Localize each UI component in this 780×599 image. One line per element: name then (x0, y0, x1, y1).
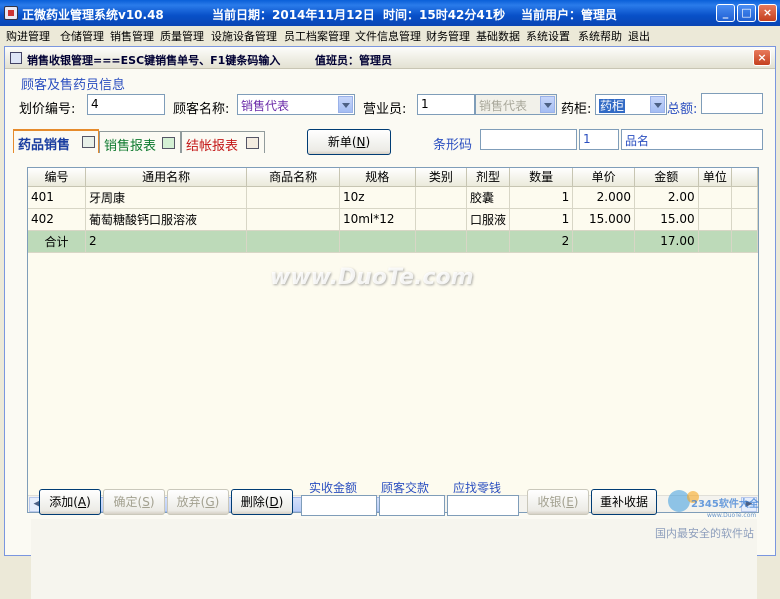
col-header-filler (731, 168, 758, 187)
barcode-qty-input[interactable]: 1 (579, 129, 619, 150)
window-icon (10, 52, 22, 64)
window-close-button[interactable]: × (753, 49, 771, 66)
add-button[interactable]: 添加(A) (39, 489, 101, 515)
reprint-receipt-button[interactable]: 重补收据 (591, 489, 657, 515)
table-row[interactable]: 402 葡萄糖酸钙口服溶液 10ml*12 口服液 1 15.000 15.00 (28, 208, 758, 231)
col-header[interactable]: 数量 (509, 168, 574, 187)
change-due-input[interactable] (447, 495, 519, 516)
col-header[interactable]: 商品名称 (246, 168, 340, 187)
logo-brand: 2345软件大全 (691, 497, 760, 510)
checkout-button: 收银(E) (527, 489, 589, 515)
staff-label: 营业员: (363, 102, 407, 117)
menu-quality[interactable]: 质量管理 (160, 28, 204, 44)
person-icon (246, 137, 259, 149)
barcode-input[interactable] (480, 129, 577, 150)
current-time: 时间：15时42分41秒 (383, 8, 506, 22)
col-header[interactable]: 单价 (572, 168, 635, 187)
chevron-down-icon[interactable] (650, 96, 665, 113)
menu-facility[interactable]: 设施设备管理 (211, 28, 277, 44)
tab-drug-sales[interactable]: 药品销售 (13, 129, 99, 153)
sales-window-title-bar: 销售收银管理===ESC键销售单号、F1键条码输入 值班员：管理员 × (5, 47, 775, 69)
menu-system-settings[interactable]: 系统设置 (526, 28, 570, 44)
tab-sales-report[interactable]: 销售报表 (99, 131, 181, 154)
grid-header: 编号 通用名称 商品名称 规格 类别 剂型 数量 单价 金额 单位 (28, 168, 758, 187)
menu-employee[interactable]: 员工档案管理 (284, 28, 350, 44)
cashier-label: 值班员：管理员 (315, 54, 392, 67)
col-header[interactable]: 编号 (28, 168, 87, 187)
sales-window: 销售收银管理===ESC键销售单号、F1键条码输入 值班员：管理员 × 顾客及售… (4, 46, 776, 599)
total-input[interactable] (701, 93, 763, 114)
table-row[interactable]: 401 牙周康 10z 胶囊 1 2.000 2.00 (28, 186, 758, 209)
product-name-input[interactable]: 品名 (621, 129, 763, 150)
col-header[interactable]: 金额 (634, 168, 699, 187)
change-due-label: 应找零钱 (453, 481, 502, 495)
bottom-panel (31, 519, 757, 599)
discard-button: 放弃(G) (167, 489, 229, 515)
cabinet-select[interactable]: 药柜 (595, 94, 667, 115)
sales-grid: 编号 通用名称 商品名称 规格 类别 剂型 数量 单价 金额 单位 401 牙周… (27, 167, 759, 513)
customer-section-title: 顾客及售药员信息 (21, 78, 126, 93)
price-no-input[interactable]: 4 (87, 94, 165, 115)
staff-id-input[interactable]: 1 (417, 94, 475, 115)
app-title: 正微药业管理系统v10.48 (22, 8, 164, 22)
menu-files[interactable]: 文件信息管理 (355, 28, 421, 44)
col-header[interactable]: 单位 (698, 168, 733, 187)
sales-window-title: 销售收银管理===ESC键销售单号、F1键条码输入 (27, 54, 281, 67)
menu-finance[interactable]: 财务管理 (426, 28, 470, 44)
customer-label: 顾客名称: (173, 102, 230, 117)
menu-exit[interactable]: 退出 (628, 28, 650, 44)
menu-purchase[interactable]: 购进管理 (6, 28, 50, 44)
col-header[interactable]: 类别 (415, 168, 468, 187)
maximize-button[interactable]: □ (737, 4, 756, 22)
barcode-label: 条形码 (433, 138, 473, 153)
chevron-down-icon[interactable] (338, 96, 353, 113)
current-date: 当前日期：2014年11月12日 (212, 8, 375, 22)
menu-sales[interactable]: 销售管理 (110, 28, 154, 44)
logo-site: www.DuoTe.com (707, 512, 756, 519)
chevron-down-icon (540, 96, 555, 113)
price-no-label: 划价编号: (19, 102, 76, 117)
received-amount-input[interactable] (301, 495, 377, 516)
app-icon (4, 6, 18, 20)
watermark: www.DuoTe.com (270, 265, 474, 290)
tab-checkout-report[interactable]: 结帐报表 (181, 131, 265, 154)
report-icon (162, 137, 175, 149)
cabinet-label: 药柜: (561, 102, 592, 117)
total-row: 合计 2 2 17.00 (28, 230, 758, 253)
app-title-bar: 正微药业管理系统v10.48 当前日期：2014年11月12日 时间：15时42… (0, 0, 780, 26)
current-user: 当前用户：管理员 (521, 8, 618, 22)
site-logo: 2345软件大全 www.DuoTe.com 国内最安全的软件站 (655, 490, 760, 540)
document-icon (82, 136, 95, 148)
logo-slogan: 国内最安全的软件站 (655, 526, 754, 540)
col-header[interactable]: 剂型 (466, 168, 511, 187)
menu-help[interactable]: 系统帮助 (578, 28, 622, 44)
staff-select: 销售代表 (475, 94, 557, 115)
new-order-button[interactable]: 新单(N) (307, 129, 391, 155)
customer-paid-input[interactable] (379, 495, 445, 516)
customer-select[interactable]: 销售代表 (237, 94, 355, 115)
menu-base-data[interactable]: 基础数据 (476, 28, 520, 44)
close-button[interactable]: × (758, 4, 777, 22)
customer-paid-label: 顾客交款 (381, 481, 430, 495)
minimize-button[interactable]: _ (716, 4, 735, 22)
col-header[interactable]: 通用名称 (85, 168, 248, 187)
received-amount-label: 实收金额 (309, 481, 358, 495)
delete-button[interactable]: 删除(D) (231, 489, 293, 515)
col-header[interactable]: 规格 (339, 168, 416, 187)
menu-bar: 购进管理 仓储管理 销售管理 质量管理 设施设备管理 员工档案管理 文件信息管理… (0, 26, 780, 44)
total-label: 总额: (667, 102, 698, 117)
menu-storage[interactable]: 仓储管理 (60, 28, 104, 44)
confirm-button: 确定(S) (103, 489, 165, 515)
